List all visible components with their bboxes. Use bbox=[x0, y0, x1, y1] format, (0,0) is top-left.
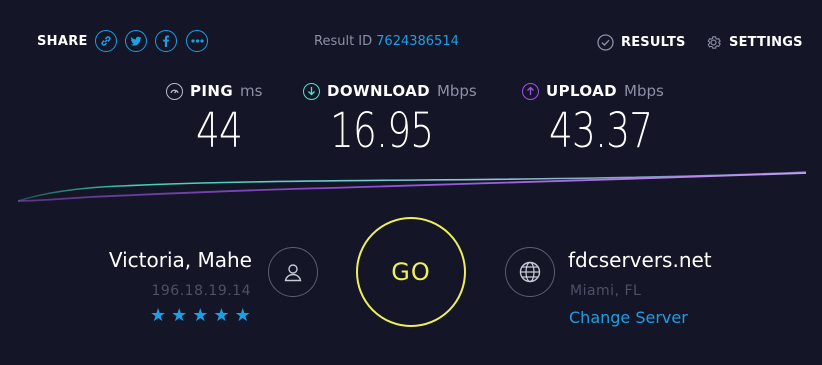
download-arrow-icon bbox=[303, 82, 320, 100]
server-location: Miami, FL bbox=[570, 283, 642, 299]
change-server-link[interactable]: Change Server bbox=[569, 308, 688, 327]
twitter-icon[interactable] bbox=[125, 30, 147, 52]
ping-label: PING bbox=[190, 82, 234, 100]
star-icon: ★ bbox=[234, 305, 251, 326]
ping-value: 44 bbox=[196, 103, 243, 159]
download-unit: Mbps bbox=[436, 82, 477, 100]
server-name: fdcservers.net bbox=[568, 248, 712, 272]
star-icon: ★ bbox=[192, 305, 209, 326]
ping-gauge-icon bbox=[166, 82, 183, 100]
upload-arrow-icon bbox=[522, 82, 539, 100]
star-icon: ★ bbox=[171, 305, 188, 326]
results-label: RESULTS bbox=[621, 35, 686, 50]
isp-ip: 196.18.19.14 bbox=[151, 283, 251, 299]
upload-value: 43.37 bbox=[549, 103, 653, 159]
download-header: DOWNLOAD Mbps bbox=[303, 82, 477, 100]
isp-name: Victoria, Mahe bbox=[108, 248, 252, 272]
user-icon bbox=[268, 247, 318, 297]
star-icon: ★ bbox=[213, 305, 230, 326]
check-circle-icon bbox=[597, 34, 614, 51]
go-label: GO bbox=[391, 258, 431, 286]
speed-graph bbox=[17, 171, 807, 202]
settings-button[interactable]: SETTINGS bbox=[705, 34, 803, 51]
result-id-label: Result ID bbox=[314, 34, 373, 49]
download-label: DOWNLOAD bbox=[327, 82, 430, 100]
result-id-link[interactable]: 7624386514 bbox=[376, 34, 459, 49]
isp-rating[interactable]: ★ ★ ★ ★ ★ bbox=[150, 307, 251, 325]
ping-header: PING ms bbox=[166, 82, 262, 100]
link-icon[interactable] bbox=[95, 30, 117, 52]
upload-label: UPLOAD bbox=[546, 82, 618, 100]
facebook-icon[interactable] bbox=[155, 30, 177, 52]
share-label: SHARE bbox=[37, 34, 88, 49]
go-button[interactable]: GO bbox=[356, 217, 466, 327]
upload-unit: Mbps bbox=[624, 82, 664, 100]
globe-icon bbox=[505, 247, 555, 297]
upload-speed-line bbox=[17, 172, 807, 202]
gear-icon bbox=[707, 36, 721, 49]
download-value: 16.95 bbox=[330, 103, 434, 159]
results-button[interactable]: RESULTS bbox=[597, 34, 686, 51]
more-icon[interactable] bbox=[186, 30, 208, 52]
settings-label: SETTINGS bbox=[729, 35, 803, 50]
result-id: Result ID 7624386514 bbox=[314, 34, 459, 49]
ping-unit: ms bbox=[240, 82, 263, 100]
upload-header: UPLOAD Mbps bbox=[522, 82, 664, 100]
star-icon: ★ bbox=[150, 305, 167, 326]
